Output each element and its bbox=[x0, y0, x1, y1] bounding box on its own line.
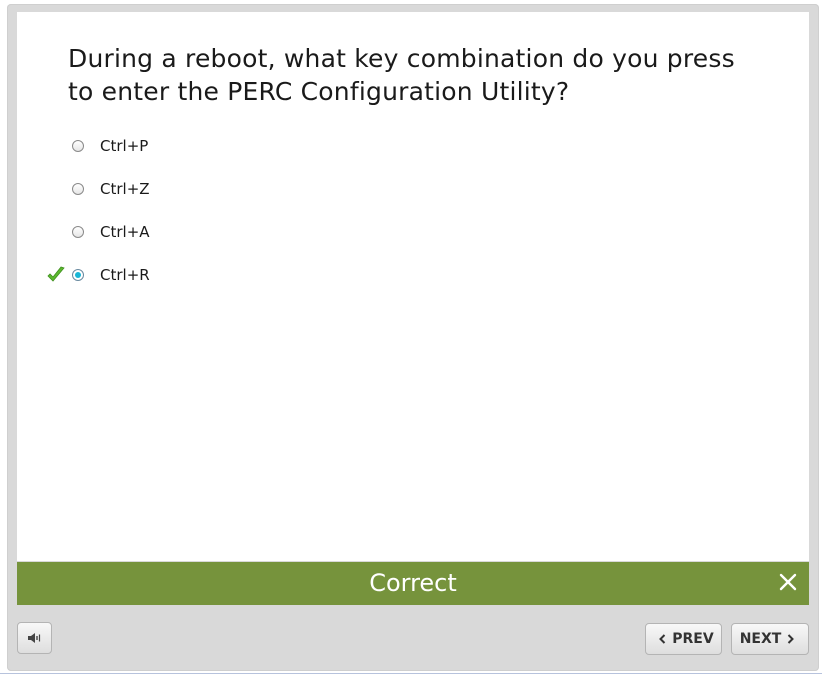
speaker-icon bbox=[27, 631, 43, 645]
radio-button[interactable] bbox=[72, 183, 84, 195]
question-panel: During a reboot, what key combination do… bbox=[17, 12, 809, 561]
chevron-right-icon bbox=[787, 634, 795, 644]
close-icon[interactable] bbox=[777, 571, 799, 593]
question-text: During a reboot, what key combination do… bbox=[68, 44, 735, 106]
option-label: Ctrl+P bbox=[100, 137, 149, 155]
option-label: Ctrl+R bbox=[100, 266, 150, 284]
option-ctrl-a[interactable]: Ctrl+A bbox=[72, 221, 272, 243]
checkmark-icon bbox=[46, 266, 66, 284]
bottom-edge bbox=[0, 673, 822, 678]
audio-button[interactable] bbox=[17, 622, 52, 654]
option-ctrl-p[interactable]: Ctrl+P bbox=[72, 135, 272, 157]
next-button[interactable]: NEXT bbox=[731, 623, 809, 655]
prev-label: PREV bbox=[672, 631, 714, 647]
chevron-left-icon bbox=[659, 634, 666, 644]
option-ctrl-z[interactable]: Ctrl+Z bbox=[72, 178, 272, 200]
feedback-banner: Correct bbox=[17, 562, 809, 605]
radio-button-selected[interactable] bbox=[72, 269, 84, 281]
radio-button[interactable] bbox=[72, 140, 84, 152]
next-label: NEXT bbox=[739, 631, 782, 647]
option-label: Ctrl+Z bbox=[100, 180, 150, 198]
radio-button[interactable] bbox=[72, 226, 84, 238]
feedback-text: Correct bbox=[369, 569, 457, 597]
prev-button[interactable]: PREV bbox=[645, 623, 722, 655]
option-label: Ctrl+A bbox=[100, 223, 150, 241]
option-ctrl-r[interactable]: Ctrl+R bbox=[47, 264, 272, 286]
